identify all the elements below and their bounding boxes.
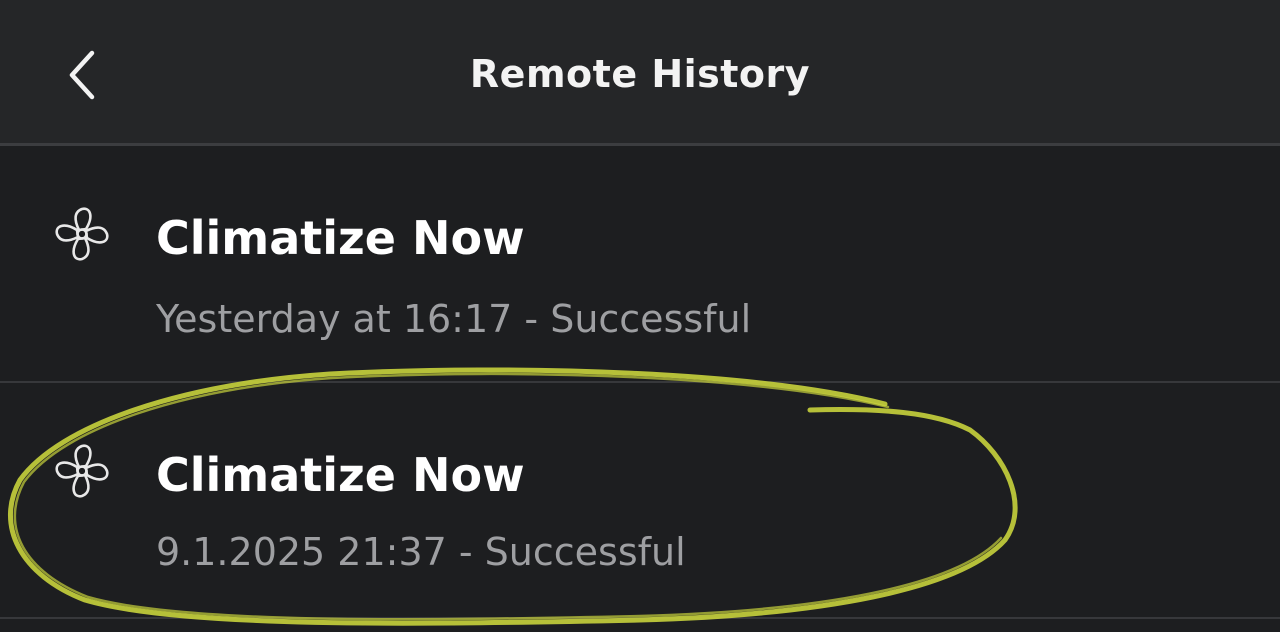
history-item[interactable]: Climatize Now Yesterday at 16:17 - Succe… — [0, 146, 1280, 383]
page-title: Remote History — [469, 52, 811, 96]
app-header: Remote History — [0, 0, 1280, 143]
fan-icon — [55, 207, 109, 261]
history-item-subtitle: Yesterday at 16:17 - Successful — [156, 297, 752, 341]
history-item-subtitle: 9.1.2025 21:37 - Successful — [156, 530, 686, 574]
history-item-title: Climatize Now — [156, 211, 525, 265]
list-divider — [0, 617, 1280, 619]
history-item[interactable]: Climatize Now 9.1.2025 21:37 - Successfu… — [0, 383, 1280, 619]
history-item-title: Climatize Now — [156, 448, 525, 502]
fan-icon — [55, 444, 109, 498]
